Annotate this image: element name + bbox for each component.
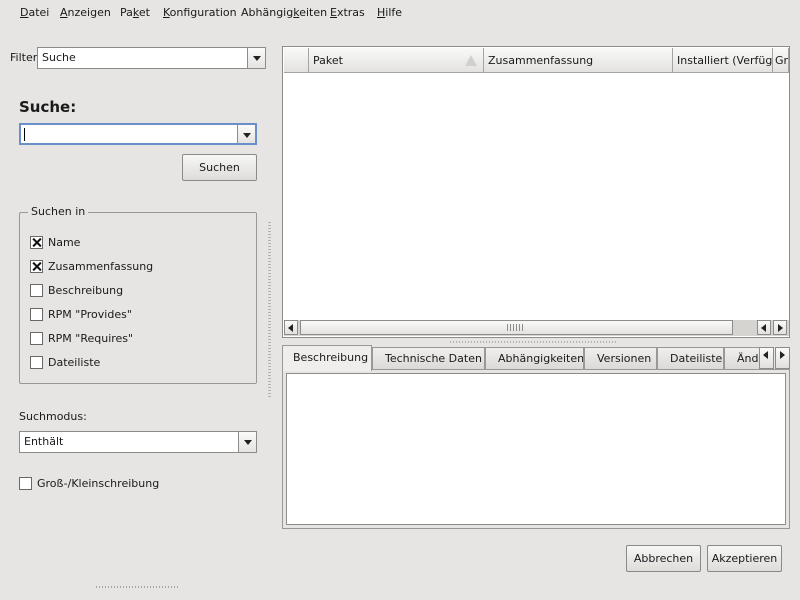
checkbox-name-label: Name (48, 236, 81, 249)
menu-anzeigen[interactable]: Anzeigen (60, 6, 111, 19)
scroll-left-icon[interactable] (284, 320, 298, 335)
accept-button[interactable]: Akzeptieren (707, 545, 782, 572)
column-header-package[interactable]: Paket (309, 48, 484, 73)
pane-splitter[interactable] (450, 341, 618, 343)
checkbox-description-label: Beschreibung (48, 284, 124, 297)
scroll-left-icon[interactable] (757, 320, 771, 335)
checkbox-filelist-label: Dateiliste (48, 356, 101, 369)
tab-abhaengigkeiten[interactable]: Abhängigkeiten (485, 347, 584, 369)
search-mode-value: Enthält (24, 435, 64, 448)
menu-konfiguration[interactable]: Konfiguration (163, 6, 237, 19)
checkbox-summary-label: Zusammenfassung (48, 260, 154, 273)
text-cursor (24, 128, 25, 141)
filter-value: Suche (42, 51, 76, 64)
tab-scroll-right-icon[interactable] (775, 347, 790, 369)
search-input[interactable] (19, 123, 257, 145)
cancel-button[interactable]: Abbrechen (626, 545, 701, 572)
tab-versionen[interactable]: Versionen (584, 347, 657, 369)
checkbox-case-sensitive-label: Groß-/Kleinschreibung (37, 477, 160, 490)
chevron-down-icon[interactable] (238, 432, 256, 452)
chevron-down-icon[interactable] (247, 48, 265, 68)
column-header-installed[interactable]: Installiert (Verfügbar) (673, 48, 773, 73)
checkbox-name[interactable] (30, 236, 43, 249)
description-panel (282, 369, 790, 529)
search-mode-label: Suchmodus: (19, 410, 87, 423)
tab-beschreibung[interactable]: Beschreibung (282, 345, 372, 371)
menubar: Datei Anzeigen Paket Konfiguration Abhän… (0, 0, 800, 26)
tab-technische-daten[interactable]: Technische Daten (372, 347, 485, 369)
checkbox-description[interactable] (30, 284, 43, 297)
search-in-title: Suchen in (28, 205, 89, 218)
search-mode-combo[interactable]: Enthält (19, 431, 257, 453)
column-header-status[interactable] (284, 48, 309, 73)
column-header-summary[interactable]: Zusammenfassung (484, 48, 673, 73)
package-table[interactable]: Paket Zusammenfassung Installiert (Verfü… (282, 46, 790, 338)
tab-dateiliste[interactable]: Dateiliste (657, 347, 724, 369)
grip-icon (507, 324, 525, 331)
tab-changelog[interactable]: Änderungsprotokoll (724, 347, 760, 369)
splitter-handle[interactable] (268, 222, 271, 398)
scrollbar-thumb[interactable] (300, 320, 733, 335)
checkbox-provides-label: RPM "Provides" (48, 308, 132, 321)
checkbox-summary[interactable] (30, 260, 43, 273)
checkbox-requires-label: RPM "Requires" (48, 332, 134, 345)
column-header-size[interactable]: Größe (773, 48, 789, 73)
splitter-handle-bottom[interactable] (96, 586, 178, 588)
description-text-area[interactable] (286, 373, 786, 525)
scroll-right-icon[interactable] (773, 320, 787, 335)
menu-hilfe[interactable]: Hilfe (377, 6, 402, 19)
chevron-down-icon[interactable] (237, 125, 255, 143)
menu-datei[interactable]: Datei (20, 6, 49, 19)
tab-scroll-left-icon[interactable] (759, 347, 774, 369)
search-heading: Suche: (19, 98, 77, 116)
search-button[interactable]: Suchen (182, 154, 257, 181)
checkbox-provides[interactable] (30, 308, 43, 321)
filter-combo[interactable]: Suche (37, 47, 266, 69)
horizontal-scrollbar[interactable] (284, 320, 789, 336)
checkbox-filelist[interactable] (30, 356, 43, 369)
menu-extras[interactable]: Extras (330, 6, 365, 19)
sort-ascending-icon (465, 55, 477, 66)
checkbox-requires[interactable] (30, 332, 43, 345)
checkbox-case-sensitive[interactable] (19, 477, 32, 490)
menu-paket[interactable]: Paket (120, 6, 150, 19)
menu-abhaengigkeiten[interactable]: Abhängigkeiten (241, 6, 327, 19)
